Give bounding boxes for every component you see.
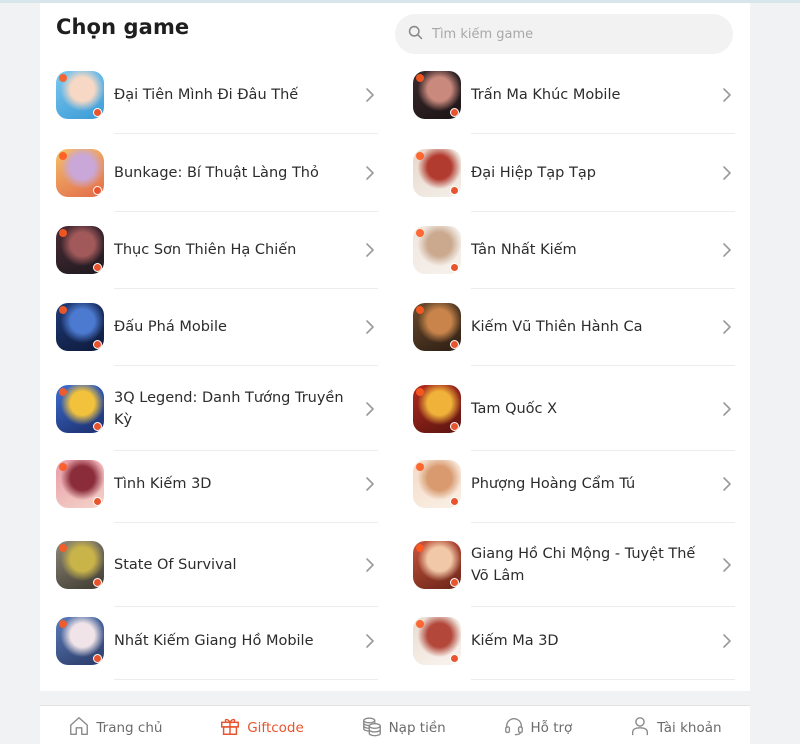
- game-name: Đấu Phá Mobile: [114, 319, 227, 335]
- game-item[interactable]: Kiếm Ma 3D: [413, 605, 735, 677]
- chevron-right-icon: [719, 242, 735, 258]
- game-icon-tam-quoc-x: [413, 385, 461, 433]
- game-item[interactable]: Đấu Phá Mobile: [56, 291, 378, 363]
- game-icon-kiem-ma: [413, 617, 461, 665]
- chevron-right-icon: [362, 165, 378, 181]
- game-name: Giang Hồ Chi Mộng - Tuyệt Thế Võ Lâm: [471, 546, 696, 584]
- coins-icon: [361, 715, 383, 741]
- row-divider: [471, 679, 735, 680]
- home-icon: [68, 715, 90, 741]
- game-icon-dai-tien: [56, 71, 104, 119]
- game-icon-thuc-son: [56, 226, 104, 274]
- nav-label: Trang chủ: [96, 720, 163, 736]
- search-box[interactable]: [395, 14, 733, 54]
- game-name: State Of Survival: [114, 557, 237, 573]
- row-divider: [471, 288, 735, 289]
- page-title: Chọn game: [56, 15, 190, 39]
- game-picker-card: Chọn game Đại Tiên Mình Đi Đâu Thế Trấn M…: [40, 3, 750, 691]
- game-name: Kiếm Ma 3D: [471, 633, 559, 649]
- game-item[interactable]: Nhất Kiếm Giang Hồ Mobile: [56, 605, 378, 677]
- game-item[interactable]: Kiếm Vũ Thiên Hành Ca: [413, 291, 735, 363]
- game-name: Nhất Kiếm Giang Hồ Mobile: [114, 633, 314, 649]
- chevron-right-icon: [719, 557, 735, 573]
- headset-icon: [503, 715, 525, 741]
- chevron-right-icon: [362, 87, 378, 103]
- game-icon-3q-legend: [56, 385, 104, 433]
- chevron-right-icon: [362, 633, 378, 649]
- game-icon-giang-ho: [413, 541, 461, 589]
- row-divider: [471, 365, 735, 366]
- game-icon-dau-pha: [56, 303, 104, 351]
- chevron-right-icon: [362, 401, 378, 417]
- game-icon-tinh-kiem: [56, 460, 104, 508]
- game-icon-dai-hiep: [413, 149, 461, 197]
- game-name: Đại Hiệp Tạp Tạp: [471, 165, 596, 181]
- row-divider: [471, 211, 735, 212]
- user-icon: [629, 715, 651, 741]
- game-item[interactable]: State Of Survival: [56, 526, 378, 604]
- game-item[interactable]: Phượng Hoàng Cẩm Tú: [413, 448, 735, 520]
- chevron-right-icon: [719, 165, 735, 181]
- nav-item-headset[interactable]: Hỗ trợ: [503, 709, 573, 741]
- chevron-right-icon: [362, 319, 378, 335]
- nav-label: Hỗ trợ: [530, 720, 573, 736]
- game-name: 3Q Legend: Danh Tướng Truyền Kỳ: [114, 390, 344, 428]
- chevron-right-icon: [362, 557, 378, 573]
- game-icon-tran-ma-khuc: [413, 71, 461, 119]
- nav-label: Giftcode: [247, 720, 304, 736]
- chevron-right-icon: [362, 242, 378, 258]
- game-item[interactable]: Tân Nhất Kiếm: [413, 214, 735, 286]
- chevron-right-icon: [719, 476, 735, 492]
- game-item[interactable]: Bunkage: Bí Thuật Làng Thỏ: [56, 137, 378, 209]
- game-name: Bunkage: Bí Thuật Làng Thỏ: [114, 165, 319, 181]
- game-icon-state-of-survival: [56, 541, 104, 589]
- nav-item-gift[interactable]: Giftcode: [219, 709, 304, 741]
- search-icon: [407, 24, 424, 45]
- game-item[interactable]: Giang Hồ Chi Mộng - Tuyệt Thế Võ Lâm: [413, 526, 735, 604]
- game-name: Đại Tiên Mình Đi Đâu Thế: [114, 87, 299, 103]
- search-input[interactable]: [432, 26, 712, 42]
- game-name: Phượng Hoàng Cẩm Tú: [471, 476, 636, 492]
- nav-item-coins[interactable]: Nạp tiền: [361, 709, 446, 741]
- nav-label: Nạp tiền: [388, 720, 446, 736]
- chevron-right-icon: [362, 476, 378, 492]
- chevron-right-icon: [719, 87, 735, 103]
- game-item[interactable]: 3Q Legend: Danh Tướng Truyền Kỳ: [56, 370, 378, 448]
- row-divider: [114, 679, 378, 680]
- game-name: Trấn Ma Khúc Mobile: [471, 87, 621, 103]
- game-item[interactable]: Tam Quốc X: [413, 370, 735, 448]
- row-divider: [114, 365, 378, 366]
- bottom-navigation: Trang chủ Giftcode Nạp tiền Hỗ trợ Tài khoản: [40, 705, 750, 744]
- game-name: Tam Quốc X: [471, 401, 558, 417]
- game-icon-bunkage: [56, 149, 104, 197]
- nav-label: Tài khoản: [657, 720, 722, 736]
- game-name: Tình Kiếm 3D: [114, 476, 212, 492]
- chevron-right-icon: [719, 633, 735, 649]
- game-icon-nhat-kiem-giang-ho: [56, 617, 104, 665]
- row-divider: [114, 288, 378, 289]
- chevron-right-icon: [719, 319, 735, 335]
- game-name: Tân Nhất Kiếm: [471, 242, 577, 258]
- game-item[interactable]: Đại Tiên Mình Đi Đâu Thế: [56, 59, 378, 131]
- gift-icon: [219, 715, 241, 741]
- chevron-right-icon: [719, 401, 735, 417]
- game-item[interactable]: Tình Kiếm 3D: [56, 448, 378, 520]
- row-divider: [471, 133, 735, 134]
- game-item[interactable]: Đại Hiệp Tạp Tạp: [413, 137, 735, 209]
- row-divider: [114, 522, 378, 523]
- game-name: Thục Sơn Thiên Hạ Chiến: [114, 242, 297, 258]
- game-icon-kiem-vu: [413, 303, 461, 351]
- game-item[interactable]: Trấn Ma Khúc Mobile: [413, 59, 735, 131]
- row-divider: [114, 133, 378, 134]
- game-name: Kiếm Vũ Thiên Hành Ca: [471, 319, 643, 335]
- nav-item-user[interactable]: Tài khoản: [629, 709, 722, 741]
- nav-item-home[interactable]: Trang chủ: [68, 709, 162, 741]
- row-divider: [114, 211, 378, 212]
- row-divider: [471, 522, 735, 523]
- game-item[interactable]: Thục Sơn Thiên Hạ Chiến: [56, 214, 378, 286]
- game-icon-tan-nhat-kiem: [413, 226, 461, 274]
- game-icon-phuong-hoang: [413, 460, 461, 508]
